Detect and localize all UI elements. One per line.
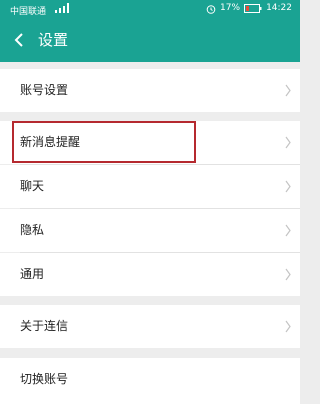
- menu-item-about[interactable]: 关于连信: [0, 305, 300, 348]
- menu-item-label: 关于连信: [20, 319, 69, 333]
- battery-icon: [244, 4, 262, 13]
- menu-item-account-settings[interactable]: 账号设置: [0, 69, 300, 112]
- divider: [20, 252, 300, 253]
- menu-item-label: 切换账号: [20, 372, 69, 386]
- chevron-right-icon: [285, 84, 291, 97]
- clock-time: 14:22: [266, 3, 292, 13]
- menu-item-privacy[interactable]: 隐私: [0, 209, 300, 252]
- menu-item-label: 隐私: [20, 223, 45, 237]
- battery-percent: 17%: [220, 3, 241, 13]
- chevron-right-icon: [285, 180, 291, 193]
- chevron-right-icon: [285, 136, 291, 149]
- back-arrow-icon[interactable]: [12, 31, 28, 49]
- menu-item-switch-account[interactable]: 切换账号: [0, 358, 300, 404]
- carrier-name: 中国联通: [10, 7, 47, 17]
- signal-icon: [55, 3, 69, 13]
- chevron-right-icon: [285, 320, 291, 333]
- alarm-icon: [206, 4, 216, 14]
- menu-item-label: 账号设置: [20, 83, 69, 97]
- menu-item-label: 聊天: [20, 179, 45, 193]
- divider: [20, 164, 300, 165]
- highlight-box: [12, 121, 196, 163]
- status-bar: 中国联通 17% 14:22: [0, 0, 300, 18]
- chevron-right-icon: [285, 268, 291, 281]
- chevron-right-icon: [285, 224, 291, 237]
- page-title: 设置: [38, 31, 69, 49]
- menu-item-chat[interactable]: 聊天: [0, 165, 300, 208]
- divider: [20, 208, 300, 209]
- menu-item-label: 通用: [20, 267, 45, 281]
- app-bar: 设置: [0, 18, 300, 62]
- menu-item-general[interactable]: 通用: [0, 253, 300, 296]
